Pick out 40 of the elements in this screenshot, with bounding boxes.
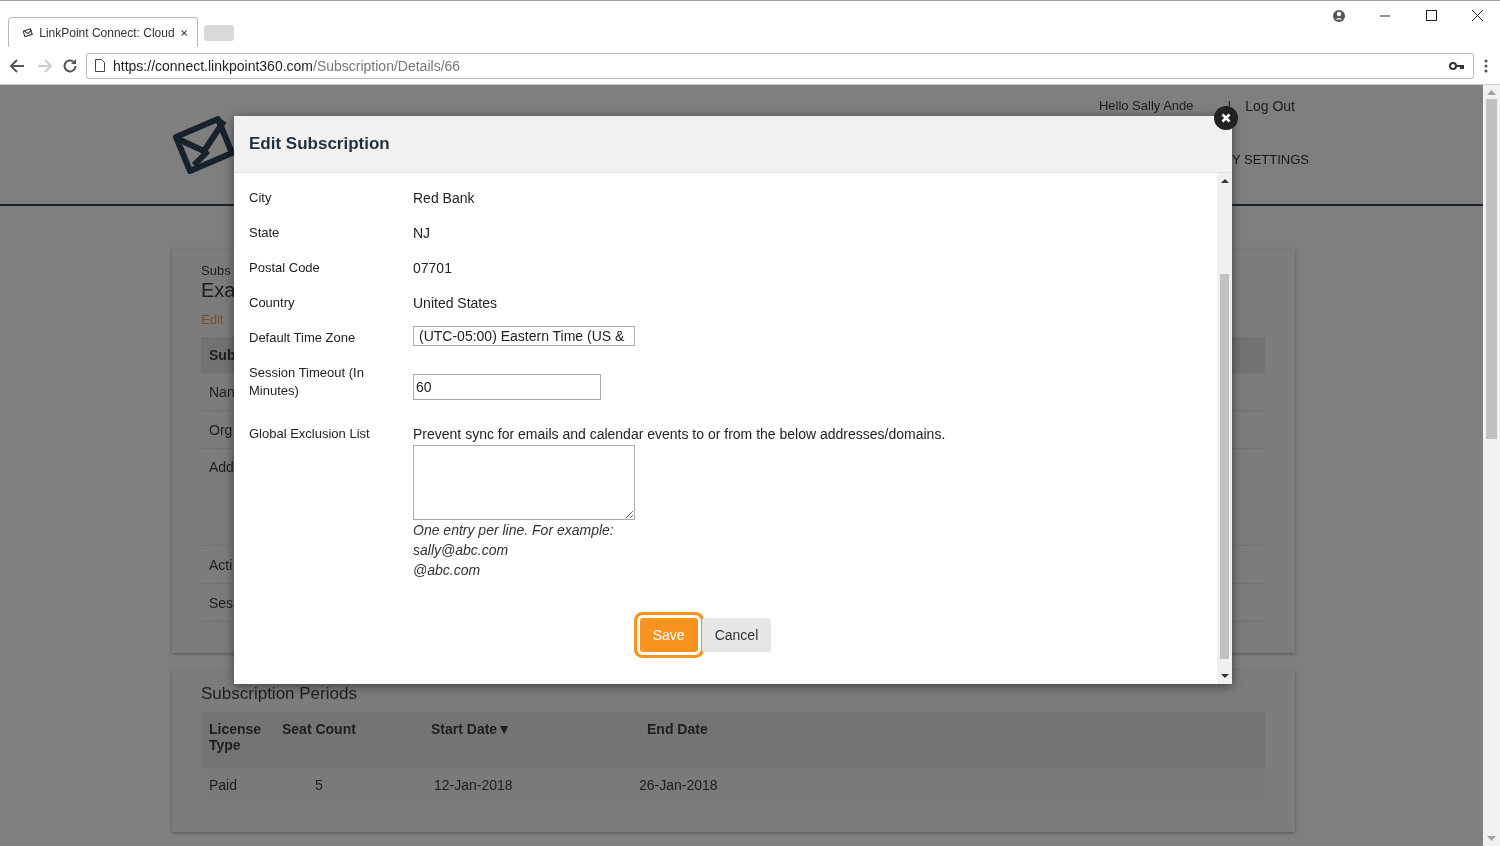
close-icon — [1221, 113, 1231, 123]
field-value: 07701 — [413, 259, 453, 278]
envelope-icon — [23, 25, 34, 40]
close-icon[interactable] — [180, 27, 187, 38]
cancel-button[interactable]: Cancel — [701, 618, 772, 652]
time-zone-select[interactable]: (UTC-05:00) Eastern Time (US & — [413, 326, 635, 346]
field-label: Country — [249, 294, 296, 312]
scroll-down-icon[interactable] — [1220, 673, 1229, 679]
close-button[interactable] — [1214, 106, 1238, 130]
address-bar[interactable]: https://connect.linkpoint360.com/Subscription/Details/66 — [86, 52, 1474, 79]
logout-link[interactable]: Log Out — [1245, 98, 1295, 114]
field-label: City — [249, 189, 273, 207]
field-label: Global Exclusion List — [249, 425, 371, 443]
column-header[interactable]: End Date — [639, 712, 1265, 768]
column-header[interactable]: License Type — [201, 712, 274, 768]
field-value: NJ — [413, 224, 432, 243]
card-title: Exa — [201, 279, 236, 302]
field-label: Postal Code — [249, 259, 321, 277]
column-header[interactable]: Start Date▼ — [423, 712, 639, 768]
section-title: Subscription Periods — [201, 684, 358, 704]
column-header[interactable]: Seat Count — [274, 712, 423, 768]
field-label: Default Time Zone — [249, 329, 357, 347]
field-label: Session Timeout (In Minutes) — [249, 364, 365, 400]
nav-item[interactable]: Y SETTINGS — [1231, 152, 1309, 167]
timeout-input[interactable]: 60 — [413, 374, 601, 400]
browser-tab[interactable]: LinkPoint Connect: Cloud — [8, 17, 198, 47]
page-icon — [95, 59, 105, 72]
dialog-scrollbar[interactable] — [1217, 173, 1232, 684]
hint-text: sally@abc.com — [413, 541, 510, 560]
scroll-up-icon[interactable] — [1220, 178, 1229, 184]
field-value: United States — [413, 294, 499, 313]
field-label: State — [249, 224, 281, 242]
field-description: Prevent sync for emails and calendar events to or from the below addresses/domains. — [413, 425, 947, 443]
hint-text: One entry per line. For example: — [413, 521, 615, 540]
dialog-title: Edit Subscription — [249, 134, 390, 154]
card-subtitle: Subs — [201, 263, 231, 278]
greeting-text: Hello Sally Ande — [1098, 98, 1194, 114]
field-value: Red Bank — [413, 189, 476, 208]
hint-text: @abc.com — [413, 561, 482, 580]
key-icon[interactable] — [1449, 60, 1465, 71]
